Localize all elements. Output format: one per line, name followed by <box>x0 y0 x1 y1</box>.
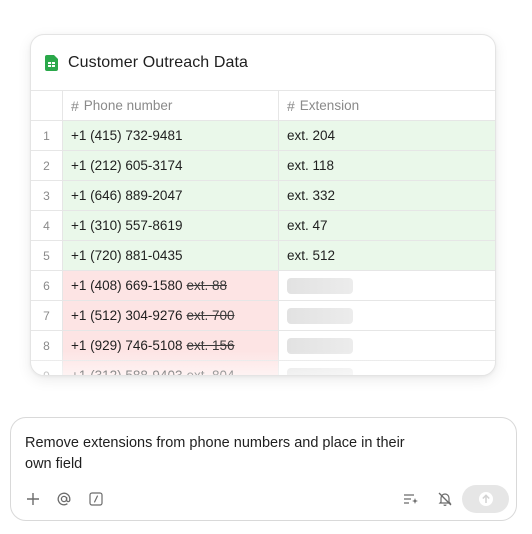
table-row: 9 +1 (312) 588-9403 ext. 804 <box>31 361 495 376</box>
table-row: 3 +1 (646) 889-2047 ext. 332 <box>31 181 495 211</box>
plus-icon[interactable] <box>23 489 43 509</box>
sheet-title: Customer Outreach Data <box>68 53 249 71</box>
extension-cell[interactable]: ext. 332 <box>279 181 495 210</box>
extension-value: ext. 332 <box>287 188 336 203</box>
phone-value: +1 (310) 557-8619 <box>71 218 183 233</box>
extension-cell[interactable]: ext. 118 <box>279 151 495 180</box>
table-row: 2 +1 (212) 605-3174 ext. 118 <box>31 151 495 181</box>
phone-value: +1 (408) 669-1580 <box>71 278 183 293</box>
at-icon[interactable] <box>54 489 74 509</box>
extension-cell[interactable] <box>279 271 495 300</box>
extension-cell[interactable] <box>279 331 495 360</box>
removed-extension: ext. 88 <box>186 278 227 293</box>
loading-placeholder <box>287 337 353 354</box>
extension-value: ext. 47 <box>287 218 328 233</box>
row-number: 5 <box>31 241 63 270</box>
extension-value: ext. 512 <box>287 248 336 263</box>
notifications-off-icon[interactable] <box>435 489 455 509</box>
phone-value: +1 (312) 588-9403 <box>71 368 183 376</box>
row-number: 9 <box>31 361 63 375</box>
loading-placeholder <box>287 307 353 324</box>
phone-cell[interactable]: +1 (720) 881-0435 <box>63 241 279 270</box>
phone-value: +1 (720) 881-0435 <box>71 248 183 263</box>
row-number: 2 <box>31 151 63 180</box>
removed-extension: ext. 156 <box>186 338 235 353</box>
send-button[interactable] <box>462 485 509 513</box>
row-number: 6 <box>31 271 63 300</box>
loading-placeholder <box>287 277 353 294</box>
tools-icon[interactable] <box>401 489 421 509</box>
column-header-phone[interactable]: # Phone number <box>63 91 279 120</box>
phone-value: +1 (212) 605-3174 <box>71 158 183 173</box>
spreadsheet-card: Customer Outreach Data # Phone number # … <box>30 34 496 376</box>
row-number: 3 <box>31 181 63 210</box>
table-row: 4 +1 (310) 557-8619 ext. 47 <box>31 211 495 241</box>
extension-cell[interactable]: ext. 204 <box>279 121 495 150</box>
number-type-icon: # <box>287 97 295 114</box>
spreadsheet-icon <box>45 54 58 71</box>
loading-placeholder <box>287 367 353 375</box>
phone-cell[interactable]: +1 (310) 557-8619 <box>63 211 279 240</box>
table-row: 5 +1 (720) 881-0435 ext. 512 <box>31 241 495 271</box>
phone-cell[interactable]: +1 (929) 746-5108 ext. 156 <box>63 331 279 360</box>
extension-cell[interactable]: ext. 512 <box>279 241 495 270</box>
table-row: 1 +1 (415) 732-9481 ext. 204 <box>31 121 495 151</box>
row-number: 4 <box>31 211 63 240</box>
sheet-grid: # Phone number # Extension 1 +1 (415) 732… <box>31 91 495 376</box>
phone-value: +1 (929) 746-5108 <box>71 338 183 353</box>
extension-cell[interactable]: ext. 47 <box>279 211 495 240</box>
card-header: Customer Outreach Data <box>31 35 495 91</box>
table-row: 6 +1 (408) 669-1580 ext. 88 <box>31 271 495 301</box>
extension-cell[interactable] <box>279 361 495 375</box>
send-arrow-icon <box>478 492 493 506</box>
phone-cell[interactable]: +1 (415) 732-9481 <box>63 121 279 150</box>
phone-cell[interactable]: +1 (408) 669-1580 ext. 88 <box>63 271 279 300</box>
row-number: 1 <box>31 121 63 150</box>
phone-cell[interactable]: +1 (312) 588-9403 ext. 804 <box>63 361 279 376</box>
column-header-extension[interactable]: # Extension <box>279 91 495 120</box>
removed-extension: ext. 700 <box>186 308 235 323</box>
corner-cell <box>31 91 63 120</box>
extension-value: ext. 204 <box>287 128 336 143</box>
phone-cell[interactable]: +1 (646) 889-2047 <box>63 181 279 210</box>
removed-extension: ext. 804 <box>186 368 235 376</box>
extension-value: ext. 118 <box>287 158 335 173</box>
phone-value: +1 (512) 304-9276 <box>71 308 183 323</box>
row-number: 8 <box>31 331 63 360</box>
extension-cell[interactable] <box>279 301 495 330</box>
phone-value: +1 (646) 889-2047 <box>71 188 183 203</box>
table-row: 7 +1 (512) 304-9276 ext. 700 <box>31 301 495 331</box>
table-row: 8 +1 (929) 746-5108 ext. 156 <box>31 331 495 361</box>
prompt-input[interactable]: Remove extensions from phone numbers and… <box>25 433 425 475</box>
phone-value: +1 (415) 732-9481 <box>71 128 183 143</box>
header-row: # Phone number # Extension <box>31 91 495 121</box>
prompt-composer[interactable]: Remove extensions from phone numbers and… <box>10 417 517 521</box>
slash-command-icon[interactable] <box>86 489 106 509</box>
number-type-icon: # <box>71 97 79 114</box>
phone-cell[interactable]: +1 (512) 304-9276 ext. 700 <box>63 301 279 330</box>
row-number: 7 <box>31 301 63 330</box>
phone-cell[interactable]: +1 (212) 605-3174 <box>63 151 279 180</box>
